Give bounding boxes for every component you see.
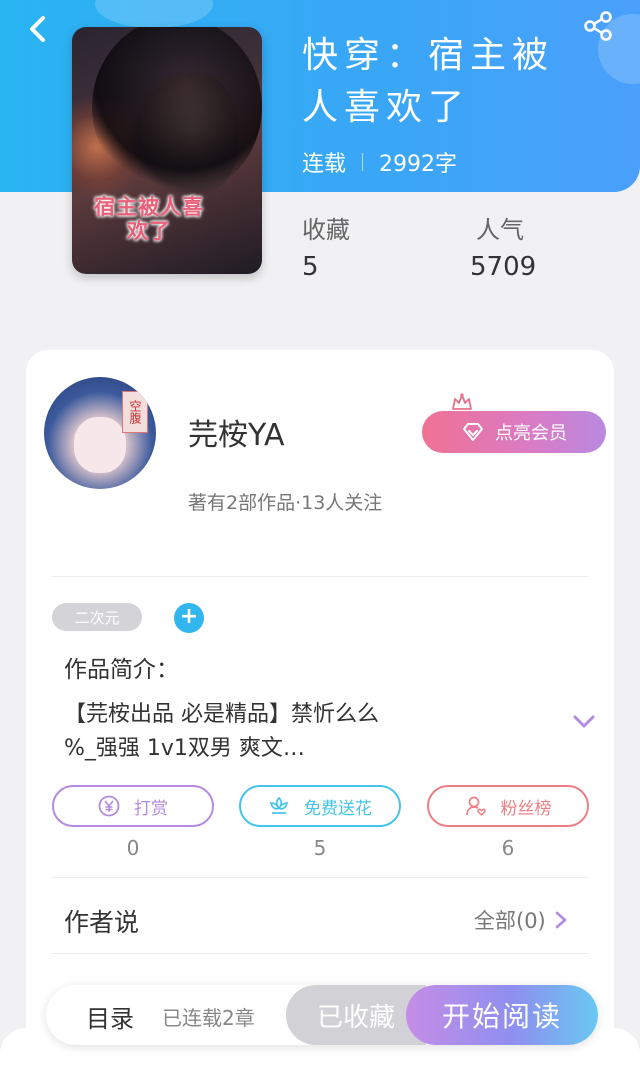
- intro-text-line1: 【芫桉出品 必是精品】禁忻么么: [64, 702, 379, 727]
- catalog-button[interactable]: 目录: [86, 999, 134, 1034]
- author-name[interactable]: 芫桉YA: [188, 410, 285, 454]
- word-count: 2992字: [379, 152, 458, 177]
- user-heart-icon: [465, 796, 486, 817]
- tip-count: 0: [126, 836, 140, 860]
- tip-button[interactable]: 打赏: [52, 785, 214, 827]
- book-title: 快穿：宿主被 人喜欢了: [302, 30, 602, 134]
- author-meta: 著有2部作品·13人关注: [188, 492, 383, 514]
- bottom-action-bar: 目录 已连载2章 已收藏 开始阅读: [46, 985, 598, 1045]
- send-flower-label: 免费送花: [304, 798, 372, 819]
- fan-count: 6: [501, 836, 515, 860]
- chevron-right-icon: [555, 911, 567, 929]
- chevron-down-icon[interactable]: [572, 714, 596, 730]
- start-reading-button[interactable]: 开始阅读: [406, 985, 598, 1045]
- book-cover[interactable]: 宿主被人喜欢了: [72, 27, 262, 274]
- back-icon[interactable]: [24, 14, 54, 44]
- intro-text-line2: %_强强 1v1双男 爽文…: [64, 736, 305, 761]
- fan-ranking-label: 粉丝榜: [500, 798, 552, 819]
- vip-label: 点亮会员: [495, 423, 567, 444]
- serial-status: 连载: [302, 152, 347, 177]
- author-avatar[interactable]: 空腹: [44, 377, 156, 489]
- chapter-count: 已连载2章: [162, 1006, 255, 1030]
- divider: [52, 576, 588, 577]
- fan-ranking-button[interactable]: 粉丝榜: [427, 785, 589, 827]
- intro-label: 作品简介：: [64, 657, 179, 683]
- author-say-all-link[interactable]: 全部(0): [474, 905, 568, 935]
- yen-icon: [98, 795, 120, 817]
- collected-button[interactable]: 已收藏: [286, 985, 426, 1045]
- send-flower-button[interactable]: 免费送花: [239, 785, 401, 827]
- author-say-all-label: 全部(0): [474, 909, 546, 933]
- book-status-row: 连载 2992字: [302, 146, 457, 178]
- flower-count: 5: [313, 836, 327, 860]
- book-title-line1: 快穿：宿主被: [302, 35, 555, 76]
- favorites-label: 收藏: [302, 216, 350, 244]
- divider: [52, 953, 588, 954]
- diamond-icon: [463, 423, 483, 441]
- popularity-label: 人气: [476, 216, 524, 244]
- cover-title-text: 宿主被人喜欢了: [94, 194, 204, 243]
- tip-label: 打赏: [134, 798, 168, 819]
- author-say-label: 作者说: [64, 908, 140, 937]
- favorites-value: 5: [302, 252, 319, 282]
- avatar-tag: 空腹: [122, 391, 148, 433]
- cover-hair: [92, 27, 262, 197]
- add-tag-button[interactable]: +: [174, 603, 204, 633]
- flower-icon: [269, 796, 289, 814]
- divider: [52, 877, 588, 878]
- status-divider: [362, 153, 364, 171]
- avatar-face: [74, 417, 126, 473]
- crown-icon: [452, 393, 472, 410]
- popularity-value: 5709: [470, 252, 537, 282]
- intro-text[interactable]: 【芫桉出品 必是精品】禁忻么么 %_强强 1v1双男 爽文…: [64, 698, 484, 766]
- vip-button[interactable]: 点亮会员: [422, 411, 606, 453]
- genre-tag[interactable]: 二次元: [52, 603, 142, 631]
- book-title-line2: 人喜欢了: [302, 87, 471, 128]
